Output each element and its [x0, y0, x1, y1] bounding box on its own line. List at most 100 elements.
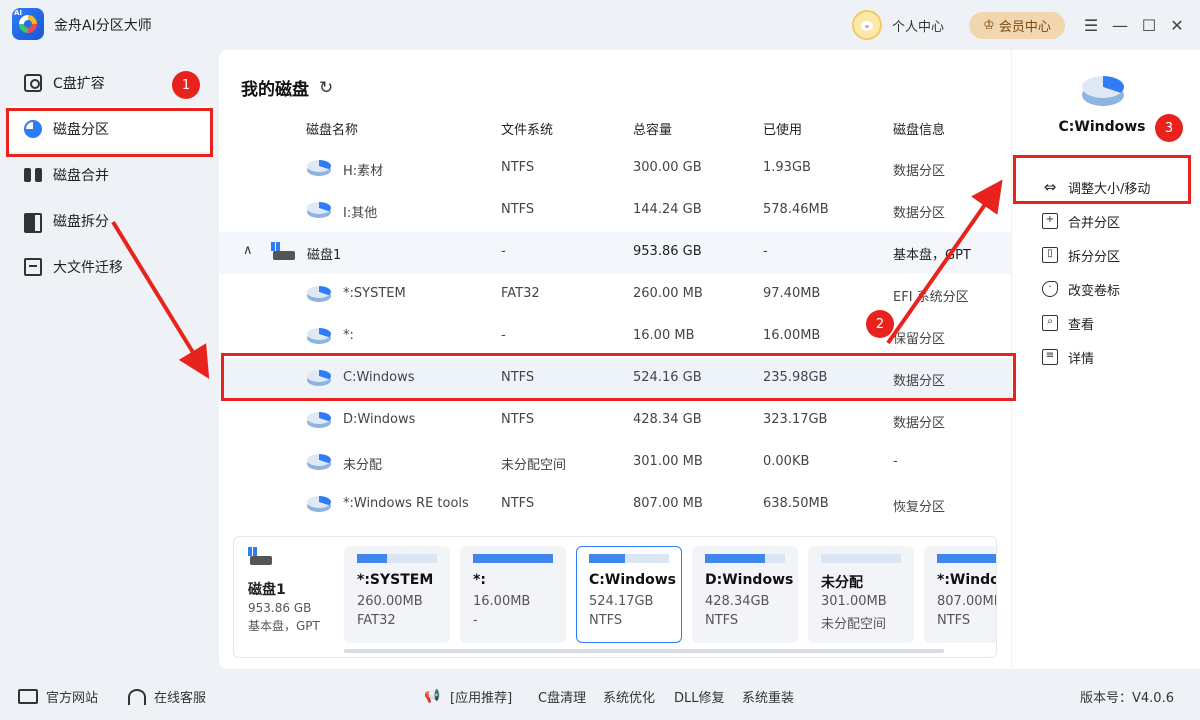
table-row[interactable]: *:Windows RE tools NTFS 807.00 MB 638.50MB 恢…	[219, 484, 1011, 526]
footer-link-c-clean[interactable]: C盘清理	[538, 687, 586, 706]
monitor-icon	[18, 689, 38, 704]
cell-name: I:其他	[343, 206, 378, 221]
maximize-button[interactable]: ☐	[1138, 14, 1160, 36]
minimize-button[interactable]: —	[1109, 14, 1131, 36]
cell-used: 638.50MB	[763, 496, 829, 511]
app-title: 金舟AI分区大师	[54, 18, 152, 34]
page-title: 我的磁盘 ↻	[241, 75, 333, 101]
cell-info: -	[893, 454, 898, 469]
crown-icon: ♔	[983, 18, 995, 33]
column-header-fs: 文件系统	[501, 123, 554, 138]
partition-pie-icon	[307, 200, 331, 220]
action-label: 改变卷标	[1068, 283, 1121, 299]
table-row[interactable]: 未分配 未分配空间 301.00 MB 0.00KB -	[219, 442, 1011, 484]
disk-summary: 磁盘1 953.86 GB 基本盘，GPT	[248, 547, 338, 634]
cell-info: EFI 系统分区	[893, 290, 969, 305]
partition-card[interactable]: *:SYSTEM 260.00MB FAT32	[344, 546, 450, 643]
usage-bar	[589, 554, 669, 563]
footer-support-link[interactable]: 在线客服	[128, 687, 206, 706]
partition-card[interactable]: D:Windows 428.34GB NTFS	[692, 546, 798, 643]
partition-card[interactable]: C:Windows 524.17GB NTFS	[576, 546, 682, 643]
chevron-up-icon[interactable]: ∧	[243, 243, 253, 258]
table-row[interactable]: H:素材 NTFS 300.00 GB 1.93GB 数据分区	[219, 148, 1011, 190]
version-label: 版本号：V4.0.6	[1080, 691, 1174, 706]
action-change-label[interactable]: · 改变卷标	[1042, 272, 1150, 306]
footer-link-dll[interactable]: DLL修复	[674, 687, 725, 706]
megaphone-icon: 📢	[424, 689, 441, 704]
card-size: 428.34GB	[705, 594, 770, 609]
card-name: *:SYSTEM	[357, 572, 434, 588]
cell-used: 578.46MB	[763, 202, 829, 217]
split-icon	[24, 212, 42, 233]
action-details[interactable]: ≡ 详情	[1042, 340, 1150, 374]
column-header-name: 磁盘名称	[306, 123, 359, 138]
sidebar-item-split[interactable]: 磁盘拆分	[0, 198, 218, 244]
label-tag-icon: ·	[1042, 281, 1058, 297]
cell-total: 16.00 MB	[633, 328, 695, 343]
user-center-button[interactable]: 个人中心	[852, 10, 944, 40]
cell-used: 323.17GB	[763, 412, 828, 427]
footer-link-reinstall[interactable]: 系统重装	[742, 687, 794, 706]
cell-fs: NTFS	[501, 412, 535, 427]
card-size: 16.00MB	[473, 594, 531, 609]
usage-bar	[473, 554, 553, 563]
usage-bar	[705, 554, 785, 563]
cell-info: 保留分区	[893, 332, 946, 347]
refresh-icon[interactable]: ↻	[319, 78, 333, 98]
disk-expand-icon	[24, 74, 42, 92]
cell-total: 144.24 GB	[633, 202, 702, 217]
cell-name: *:SYSTEM	[343, 286, 406, 301]
cell-total: 300.00 GB	[633, 160, 702, 175]
highlight-box-row	[221, 353, 1016, 401]
view-file-icon: ⌕	[1042, 315, 1058, 331]
action-merge-partition[interactable]: + 合并分区	[1042, 204, 1150, 238]
vip-center-button[interactable]: ♔ 会员中心	[969, 12, 1065, 39]
sidebar-item-label: 磁盘拆分	[53, 214, 109, 230]
highlight-box-action	[1013, 155, 1191, 204]
close-button[interactable]: ✕	[1166, 14, 1188, 36]
app-logo-icon: AI	[12, 8, 44, 40]
merge-icon	[24, 166, 42, 184]
table-row[interactable]: I:其他 NTFS 144.24 GB 578.46MB 数据分区	[219, 190, 1011, 232]
cell-info: 数据分区	[893, 416, 946, 431]
cell-fs: -	[501, 244, 506, 259]
partition-card[interactable]: 未分配 301.00MB 未分配空间	[808, 546, 914, 643]
partition-pie-icon	[307, 158, 331, 178]
partition-pie-icon	[307, 326, 331, 346]
logo-badge: AI	[14, 9, 23, 17]
partition-pie-icon	[307, 494, 331, 514]
partition-card[interactable]: *:Windows RE tools 807.00MB NTFS	[924, 546, 996, 643]
disk-row[interactable]: ∧ 磁盘1 - 953.86 GB - 基本盘，GPT	[219, 232, 1011, 274]
details-icon: ≡	[1042, 349, 1058, 365]
action-label: 拆分分区	[1068, 249, 1121, 265]
cell-used: 16.00MB	[763, 328, 821, 343]
table-header: 磁盘名称 文件系统 总容量 已使用 磁盘信息	[219, 116, 1011, 148]
step-badge-2: 2	[866, 310, 894, 338]
cell-used: 1.93GB	[763, 160, 811, 175]
merge-partition-icon: +	[1042, 213, 1058, 229]
card-name: *:	[473, 572, 486, 588]
horizontal-scrollbar[interactable]	[344, 649, 944, 653]
cell-info: 数据分区	[893, 164, 946, 179]
menu-icon[interactable]: ☰	[1080, 14, 1102, 36]
sidebar-item-migrate[interactable]: 大文件迁移	[0, 244, 218, 290]
action-split-partition[interactable]: ▯ 拆分分区	[1042, 238, 1150, 272]
partition-card[interactable]: *: 16.00MB -	[460, 546, 566, 643]
cell-used: -	[763, 244, 768, 259]
cell-info: 恢复分区	[893, 500, 946, 515]
table-row[interactable]: D:Windows NTFS 428.34 GB 323.17GB 数据分区	[219, 400, 1011, 442]
sidebar-item-label: 大文件迁移	[53, 260, 123, 276]
footer-link-optimize[interactable]: 系统优化	[603, 687, 655, 706]
vip-label: 会员中心	[998, 20, 1051, 35]
sidebar-item-merge[interactable]: 磁盘合并	[0, 152, 218, 198]
cell-fs: NTFS	[501, 496, 535, 511]
cell-total: 807.00 MB	[633, 496, 703, 511]
card-name: *:Windows RE tools	[937, 572, 996, 588]
footer-website-link[interactable]: 官方网站	[18, 687, 98, 706]
cell-name: 未分配	[343, 458, 383, 473]
disk-summary-size: 953.86 GB	[248, 601, 312, 615]
action-view[interactable]: ⌕ 查看	[1042, 306, 1150, 340]
table-row[interactable]: *:SYSTEM FAT32 260.00 MB 97.40MB EFI 系统分区	[219, 274, 1011, 316]
highlight-box-sidebar	[6, 108, 213, 157]
usage-bar	[937, 554, 996, 563]
